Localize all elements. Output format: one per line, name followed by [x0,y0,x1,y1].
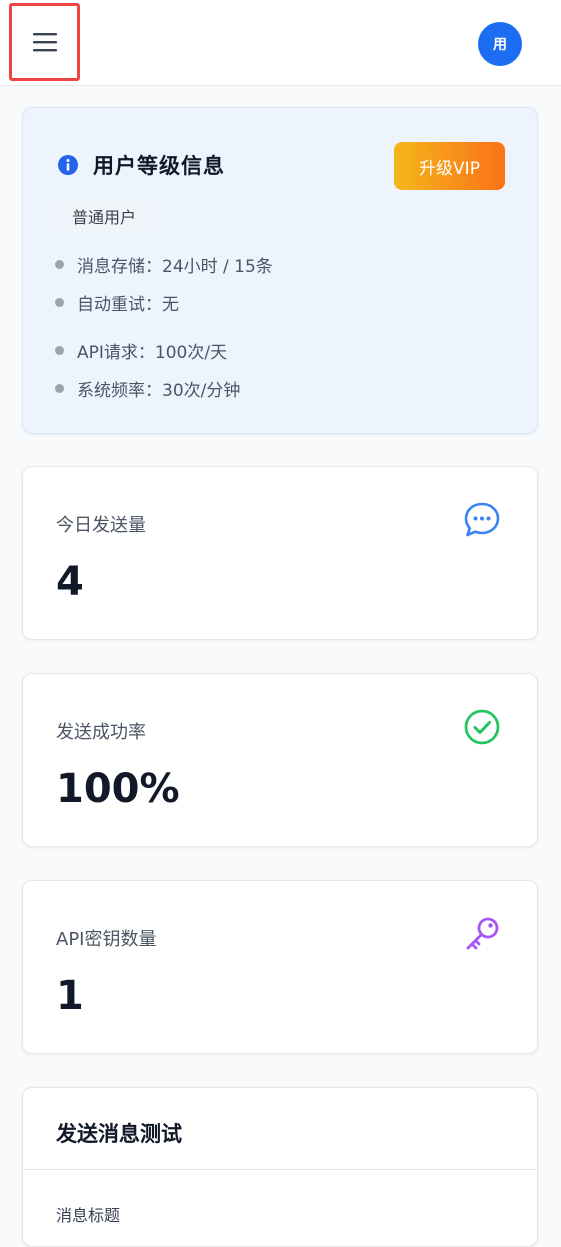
field-label: 消息标题 [56,1206,121,1225]
stat-value: 1 [56,973,84,1019]
user-type-badge: 普通用户 [57,200,152,232]
stat-value: 4 [56,559,84,605]
upgrade-vip-button[interactable]: 升级VIP [394,142,505,190]
key-icon [466,917,499,950]
bullet-dot [55,384,64,393]
user-level-card: 用户等级信息 升级VIP 普通用户 消息存储：24小时 / 15条 自动重试：无… [22,107,538,434]
info-icon [58,155,78,175]
bullet-dot [55,298,64,307]
chat-icon [464,502,500,537]
avatar[interactable]: 用 [478,22,522,66]
feature-text: 消息存储：24小时 / 15条 [77,257,273,277]
level-title: 用户等级信息 [93,154,225,178]
stat-label: 今日发送量 [56,515,146,536]
section-title: 发送消息测试 [56,1122,182,1146]
feature-text: 系统频率：30次/分钟 [77,381,241,401]
feature-item: 自动重试：无 [55,290,179,315]
top-bar: 用 [0,0,561,86]
bullet-dot [55,260,64,269]
stat-card-api-keys: API密钥数量 1 [22,880,538,1054]
divider [23,1169,537,1170]
stat-label: 发送成功率 [56,722,146,743]
menu-button[interactable] [9,3,80,81]
stat-card-daily-sent: 今日发送量 4 [22,466,538,640]
feature-item: 系统频率：30次/分钟 [55,376,240,401]
feature-item: 消息存储：24小时 / 15条 [55,252,273,277]
stat-label: API密钥数量 [56,929,157,950]
feature-text: API请求：100次/天 [77,343,228,363]
stat-card-success-rate: 发送成功率 100% [22,673,538,847]
hamburger-icon [32,33,57,52]
level-title-row: 用户等级信息 [57,150,225,180]
send-test-card: 发送消息测试 消息标题 [22,1087,538,1247]
stat-value: 100% [56,766,180,812]
check-circle-icon [464,709,500,745]
feature-text: 自动重试：无 [77,295,179,315]
feature-item: API请求：100次/天 [55,338,227,363]
bullet-dot [55,346,64,355]
